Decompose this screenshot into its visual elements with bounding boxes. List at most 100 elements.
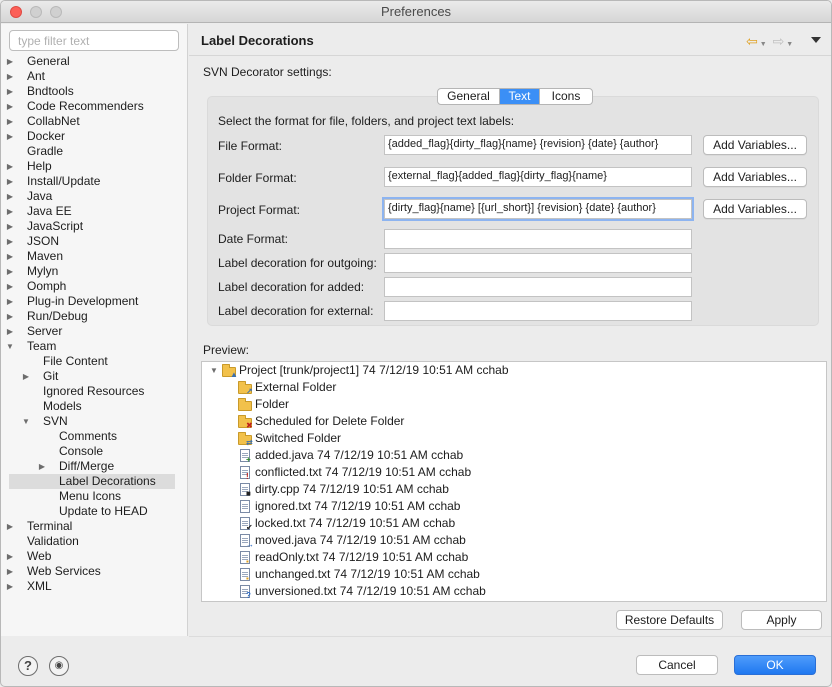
sidebar-item[interactable]: ▶ Terminal xyxy=(1,519,175,534)
sidebar-item-label: Ant xyxy=(27,69,46,83)
file-format-add-variables-button[interactable]: Add Variables... xyxy=(703,135,807,155)
collapsed-twisty-icon[interactable]: ▶ xyxy=(5,114,15,129)
expanded-twisty-icon[interactable]: ▼ xyxy=(21,414,31,429)
sidebar-item[interactable]: ▶ Git xyxy=(1,369,175,384)
sidebar-item[interactable]: ▶ Web xyxy=(1,549,175,564)
sidebar-item-label: Server xyxy=(27,324,63,338)
sidebar-item[interactable]: Console xyxy=(1,444,175,459)
window-title: Preferences xyxy=(380,4,452,19)
sidebar-item[interactable]: ▶ Maven xyxy=(1,249,175,264)
sidebar-item[interactable]: Gradle xyxy=(1,144,175,159)
collapsed-twisty-icon[interactable]: ▶ xyxy=(5,174,15,189)
conflicted-overlay-icon: ! xyxy=(246,472,249,481)
collapsed-twisty-icon[interactable]: ▶ xyxy=(5,579,15,594)
restore-defaults-button[interactable]: Restore Defaults xyxy=(616,610,723,630)
file-format-input[interactable]: {added_flag}{dirty_flag}{name} {revision… xyxy=(384,135,692,155)
sidebar-item[interactable]: Update to HEAD xyxy=(1,504,175,519)
svn-decorator-settings-label: SVN Decorator settings: xyxy=(203,65,332,79)
view-menu-icon[interactable] xyxy=(811,37,821,43)
sidebar-item[interactable]: ▶ Java EE xyxy=(1,204,175,219)
sidebar-item[interactable]: ▶ General xyxy=(1,54,175,69)
project-format-add-variables-button[interactable]: Add Variables... xyxy=(703,199,807,219)
collapsed-twisty-icon[interactable]: ▶ xyxy=(5,69,15,84)
help-icon[interactable]: ? xyxy=(18,656,38,676)
sidebar-item-label: Terminal xyxy=(27,519,73,533)
collapsed-twisty-icon[interactable]: ▶ xyxy=(5,249,15,264)
sidebar-item[interactable]: ▶ XML xyxy=(1,579,175,594)
external-decoration-label: Label decoration for external: xyxy=(218,304,374,318)
folder-format-input[interactable]: {external_flag}{added_flag}{dirty_flag}{… xyxy=(384,167,692,187)
sidebar-item[interactable]: Menu Icons xyxy=(1,489,175,504)
sidebar-item-label: Code Recommenders xyxy=(27,99,144,113)
sidebar-item[interactable]: ▶ CollabNet xyxy=(1,114,175,129)
filter-input[interactable] xyxy=(9,30,179,51)
outgoing-decoration-input[interactable] xyxy=(384,253,692,273)
sidebar-item-label: CollabNet xyxy=(27,114,80,128)
collapsed-twisty-icon[interactable]: ▶ xyxy=(5,294,15,309)
sidebar-item[interactable]: Models xyxy=(1,399,175,414)
collapsed-twisty-icon[interactable]: ▶ xyxy=(5,309,15,324)
collapsed-twisty-icon[interactable]: ▶ xyxy=(5,84,15,99)
sidebar-item[interactable]: ▶ Docker xyxy=(1,129,175,144)
collapsed-twisty-icon[interactable]: ▶ xyxy=(5,549,15,564)
sidebar-item[interactable]: ▶ Run/Debug xyxy=(1,309,175,324)
tab-text[interactable]: Text xyxy=(500,89,540,104)
import-export-icon[interactable]: ◉ xyxy=(49,656,69,676)
collapsed-twisty-icon[interactable]: ▶ xyxy=(5,264,15,279)
sidebar-item[interactable]: ▶ Diff/Merge xyxy=(1,459,175,474)
sidebar-item[interactable]: Validation xyxy=(1,534,175,549)
tab-icons[interactable]: Icons xyxy=(540,89,592,104)
apply-button[interactable]: Apply xyxy=(741,610,822,630)
preview-tree[interactable]: ▼ ▲ Project [trunk/project1] 74 7/12/19 10… xyxy=(201,361,827,602)
sidebar-item[interactable]: ▶ Plug-in Development xyxy=(1,294,175,309)
back-dropdown-icon[interactable]: ▼ xyxy=(760,41,767,48)
collapsed-twisty-icon[interactable]: ▶ xyxy=(21,369,31,384)
collapsed-twisty-icon[interactable]: ▶ xyxy=(5,189,15,204)
sidebar-item[interactable]: File Content xyxy=(1,354,175,369)
ok-button[interactable]: OK xyxy=(734,655,816,675)
sidebar-item[interactable]: ▼ Team xyxy=(1,339,175,354)
sidebar-item[interactable]: Label Decorations xyxy=(9,474,175,489)
collapsed-twisty-icon[interactable]: ▶ xyxy=(5,564,15,579)
sidebar-item[interactable]: ▶ JSON xyxy=(1,234,175,249)
collapsed-twisty-icon[interactable]: ▶ xyxy=(5,54,15,69)
sidebar-item[interactable]: ▶ Code Recommenders xyxy=(1,99,175,114)
sidebar-item[interactable]: ▶ Oomph xyxy=(1,279,175,294)
date-format-input[interactable] xyxy=(384,229,692,249)
added-decoration-input[interactable] xyxy=(384,277,692,297)
folder-format-add-variables-button[interactable]: Add Variables... xyxy=(703,167,807,187)
sidebar-item[interactable]: Comments xyxy=(1,429,175,444)
forward-dropdown-icon[interactable]: ▼ xyxy=(786,41,793,48)
sidebar-item[interactable]: ▶ Install/Update xyxy=(1,174,175,189)
collapsed-twisty-icon[interactable]: ▶ xyxy=(5,99,15,114)
sidebar-item[interactable]: ▶ Server xyxy=(1,324,175,339)
sidebar-item-label: Models xyxy=(43,399,82,413)
forward-arrow-icon[interactable]: ⇨ xyxy=(773,33,785,50)
collapsed-twisty-icon[interactable]: ▶ xyxy=(5,204,15,219)
sidebar-item[interactable]: ▶ Mylyn xyxy=(1,264,175,279)
tab-general[interactable]: General xyxy=(438,89,500,104)
sidebar-item[interactable]: ▶ Help xyxy=(1,159,175,174)
sidebar-item[interactable]: ▶ Bndtools xyxy=(1,84,175,99)
expanded-twisty-icon[interactable]: ▼ xyxy=(210,366,218,375)
sidebar-item[interactable]: ▶ JavaScript xyxy=(1,219,175,234)
decorator-tabs: General Text Icons xyxy=(437,88,593,105)
project-format-input[interactable]: {dirty_flag}{name} [{url_short}] {revisi… xyxy=(382,197,694,221)
sidebar-item[interactable]: ▼ SVN xyxy=(1,414,175,429)
sidebar-item[interactable]: ▶ Web Services xyxy=(1,564,175,579)
sidebar-item[interactable]: ▶ Java xyxy=(1,189,175,204)
external-decoration-input[interactable] xyxy=(384,301,692,321)
expanded-twisty-icon[interactable]: ▼ xyxy=(5,339,15,354)
collapsed-twisty-icon[interactable]: ▶ xyxy=(5,519,15,534)
collapsed-twisty-icon[interactable]: ▶ xyxy=(5,279,15,294)
sidebar-item[interactable]: ▶ Ant xyxy=(1,69,175,84)
collapsed-twisty-icon[interactable]: ▶ xyxy=(37,459,47,474)
cancel-button[interactable]: Cancel xyxy=(636,655,718,675)
collapsed-twisty-icon[interactable]: ▶ xyxy=(5,219,15,234)
collapsed-twisty-icon[interactable]: ▶ xyxy=(5,129,15,144)
collapsed-twisty-icon[interactable]: ▶ xyxy=(5,324,15,339)
sidebar-item[interactable]: Ignored Resources xyxy=(1,384,175,399)
collapsed-twisty-icon[interactable]: ▶ xyxy=(5,159,15,174)
collapsed-twisty-icon[interactable]: ▶ xyxy=(5,234,15,249)
back-arrow-icon[interactable]: ⇦ xyxy=(746,33,758,50)
